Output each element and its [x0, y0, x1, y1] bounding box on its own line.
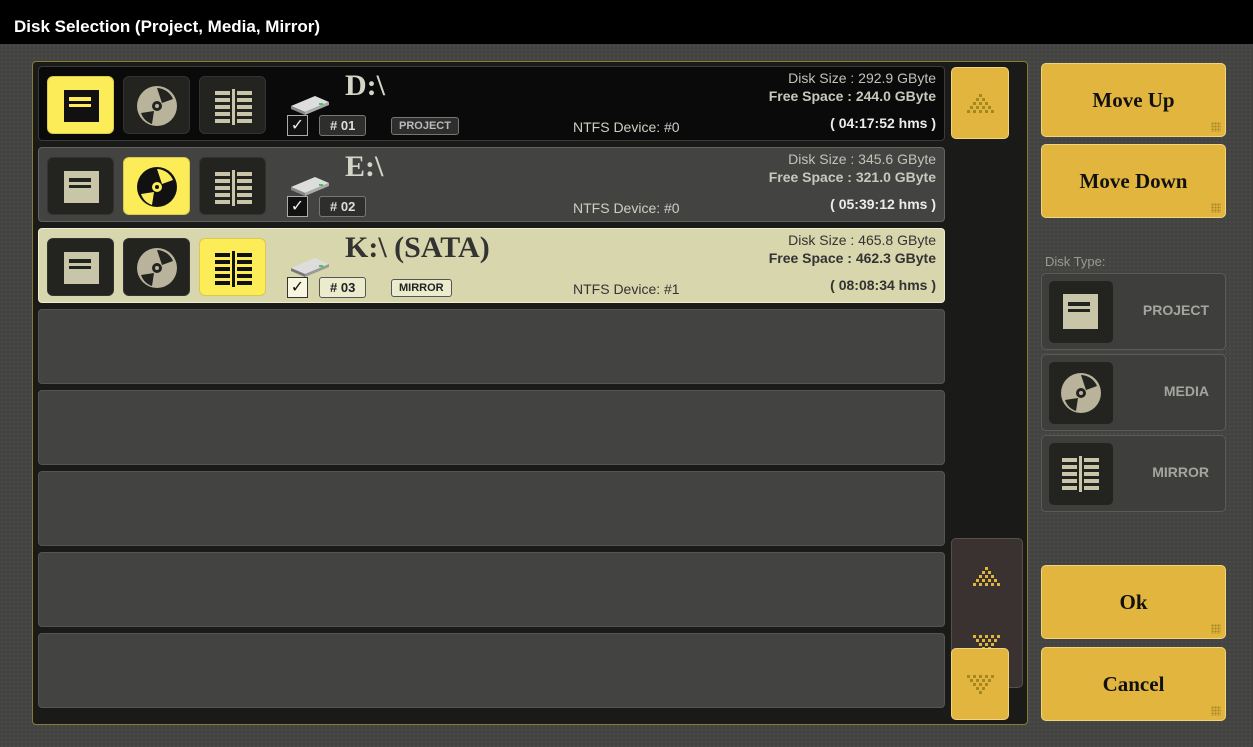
disk-number: # 01: [319, 115, 367, 136]
drive-icon: [291, 177, 329, 196]
empty-row: [38, 633, 945, 708]
mirror-icon: [215, 251, 252, 287]
folder-icon: [64, 90, 99, 122]
ntfs-device: NTFS Device: #0: [573, 119, 680, 135]
mirror-icon: [215, 170, 252, 206]
disk-number: # 03: [319, 277, 367, 298]
cancel-button[interactable]: Cancel: [1041, 647, 1226, 721]
disk-size: Disk Size : 345.6 GByte: [788, 151, 936, 167]
recording-time: ( 08:08:34 hms ): [830, 277, 936, 293]
scroll-top-button[interactable]: [951, 67, 1009, 139]
move-up-label: Move Up: [1092, 88, 1175, 112]
mirror-type-toggle[interactable]: [199, 157, 266, 215]
disk-enabled-checkbox[interactable]: ✓: [287, 115, 308, 136]
empty-row: [38, 552, 945, 627]
drive-icon: [291, 96, 329, 115]
cancel-label: Cancel: [1102, 672, 1165, 696]
disk-type-label: Disk Type:: [1045, 254, 1106, 269]
disk-list: D:\ ✓ # 01 PROJECT NTFS Device: #0 Disk …: [32, 61, 1028, 725]
window-title: Disk Selection (Project, Media, Mirror): [0, 0, 1253, 44]
disk-row-k[interactable]: K:\ (SATA) ✓ # 03 MIRROR NTFS Device: #1…: [38, 228, 945, 303]
empty-row: [38, 309, 945, 384]
disk-row-e[interactable]: E:\ ✓ # 02 NTFS Device: #0 Disk Size : 3…: [38, 147, 945, 222]
resize-grip-icon: [1211, 203, 1221, 213]
disc-icon: [137, 167, 177, 207]
folder-icon: [1063, 294, 1098, 329]
ntfs-device: NTFS Device: #0: [573, 200, 680, 216]
project-type-toggle[interactable]: [47, 238, 114, 296]
resize-grip-icon: [1211, 706, 1221, 716]
free-space: Free Space : 244.0 GByte: [768, 88, 936, 104]
disk-type-badge: PROJECT: [391, 117, 459, 135]
disk-type-mirror-button[interactable]: MIRROR: [1041, 435, 1226, 512]
disk-type-media-button[interactable]: MEDIA: [1041, 354, 1226, 431]
ok-label: Ok: [1119, 590, 1148, 614]
disk-type-mirror-label: MIRROR: [1152, 464, 1209, 480]
disk-type-project-button[interactable]: PROJECT: [1041, 273, 1226, 350]
mirror-icon: [215, 89, 252, 125]
empty-row: [38, 471, 945, 546]
arrow-down-icon: [967, 675, 994, 694]
disk-row-d[interactable]: D:\ ✓ # 01 PROJECT NTFS Device: #0 Disk …: [38, 66, 945, 141]
disk-type-project-label: PROJECT: [1142, 302, 1209, 318]
disk-number: # 02: [319, 196, 367, 217]
disk-name: E:\: [345, 150, 384, 183]
mirror-type-toggle[interactable]: [199, 238, 266, 296]
arrow-up-icon: [973, 567, 1000, 586]
disk-type-media-label: MEDIA: [1163, 383, 1209, 399]
disk-name: K:\ (SATA): [345, 231, 490, 264]
arrow-up-icon: [967, 94, 994, 113]
ntfs-device: NTFS Device: #1: [573, 281, 680, 297]
dialog-body: D:\ ✓ # 01 PROJECT NTFS Device: #0 Disk …: [0, 44, 1253, 747]
page-up-button[interactable]: [952, 541, 1022, 611]
disc-icon: [1061, 373, 1101, 413]
disk-size: Disk Size : 292.9 GByte: [788, 70, 936, 86]
media-type-toggle[interactable]: [123, 157, 190, 215]
disk-enabled-checkbox[interactable]: ✓: [287, 196, 308, 217]
media-type-toggle[interactable]: [123, 76, 190, 134]
disk-type-badge: MIRROR: [391, 279, 452, 297]
disk-size: Disk Size : 465.8 GByte: [788, 232, 936, 248]
resize-grip-icon: [1211, 624, 1221, 634]
move-down-label: Move Down: [1079, 169, 1188, 193]
recording-time: ( 04:17:52 hms ): [830, 115, 936, 131]
mirror-type-toggle[interactable]: [199, 76, 266, 134]
media-type-toggle[interactable]: [123, 238, 190, 296]
drive-icon: [291, 258, 329, 277]
empty-row: [38, 390, 945, 465]
disk-name: D:\: [345, 69, 385, 102]
disc-icon: [137, 248, 177, 288]
resize-grip-icon: [1211, 122, 1221, 132]
disc-icon: [137, 86, 177, 126]
move-up-button[interactable]: Move Up: [1041, 63, 1226, 137]
folder-icon: [64, 252, 99, 284]
free-space: Free Space : 321.0 GByte: [768, 169, 936, 185]
recording-time: ( 05:39:12 hms ): [830, 196, 936, 212]
ok-button[interactable]: Ok: [1041, 565, 1226, 639]
scroll-bottom-button[interactable]: [951, 648, 1009, 720]
project-type-toggle[interactable]: [47, 76, 114, 134]
project-type-toggle[interactable]: [47, 157, 114, 215]
move-down-button[interactable]: Move Down: [1041, 144, 1226, 218]
folder-icon: [64, 171, 99, 203]
free-space: Free Space : 462.3 GByte: [768, 250, 936, 266]
disk-enabled-checkbox[interactable]: ✓: [287, 277, 308, 298]
mirror-icon: [1062, 456, 1099, 492]
